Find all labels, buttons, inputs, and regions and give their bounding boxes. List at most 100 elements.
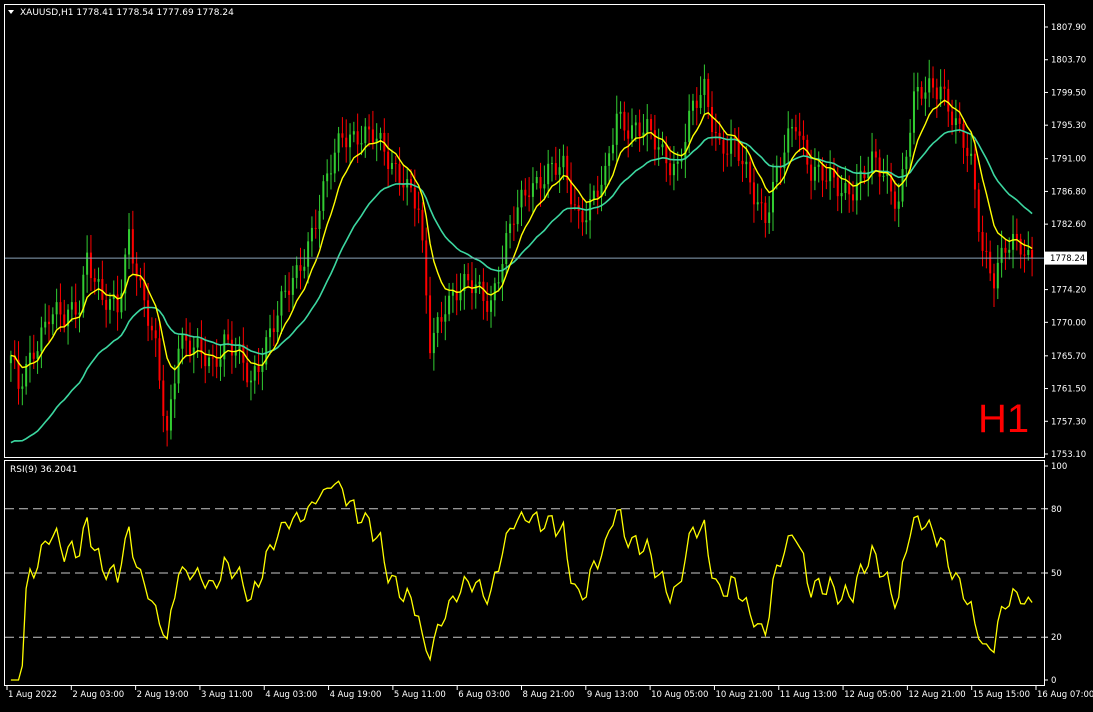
candle-body xyxy=(512,223,515,225)
candle-body xyxy=(425,240,428,296)
candle-body xyxy=(893,191,896,209)
candle-body xyxy=(436,317,439,333)
candle-body xyxy=(291,277,294,295)
candle-body xyxy=(547,163,550,185)
candle-body xyxy=(928,78,931,93)
candle-body xyxy=(539,176,542,189)
candle-body xyxy=(592,190,595,200)
time-tick-label: 10 Aug 21:00 xyxy=(715,690,772,700)
candle-body xyxy=(28,352,31,364)
candle-body xyxy=(711,106,714,133)
candle-body xyxy=(440,317,443,322)
candle-body xyxy=(688,110,691,142)
candle-body xyxy=(364,126,367,144)
candle-body xyxy=(585,220,588,223)
candle-body xyxy=(295,265,298,278)
candle-body xyxy=(520,189,523,208)
candle-body xyxy=(703,78,706,96)
candle-body xyxy=(650,119,653,131)
candle-body xyxy=(676,161,679,164)
price-tick-label: 1753.10 xyxy=(1051,450,1086,460)
candle-body xyxy=(322,181,325,211)
time-tick-label: 15 Aug 15:00 xyxy=(973,690,1030,700)
candle-body xyxy=(48,321,51,325)
candle-body xyxy=(345,137,348,148)
candle-body xyxy=(863,170,866,179)
candle-body xyxy=(387,151,390,169)
candle-body xyxy=(817,164,820,167)
candle-body xyxy=(604,165,607,185)
candle-body xyxy=(173,383,176,400)
candle-body xyxy=(638,122,641,137)
current-price-tag: 1778.24 xyxy=(1045,251,1087,265)
price-tick-label: 1774.20 xyxy=(1051,286,1086,296)
candle-body xyxy=(714,132,717,134)
candle-body xyxy=(158,338,161,381)
candle-body xyxy=(1027,250,1030,255)
candle-body xyxy=(219,359,222,367)
candle-body xyxy=(707,78,710,107)
candle-body xyxy=(897,201,900,209)
candle-body xyxy=(623,111,626,131)
candle-body xyxy=(318,210,321,229)
candle-body xyxy=(310,227,313,242)
candle-body xyxy=(756,202,759,205)
candle-body xyxy=(1031,250,1034,259)
candle-body xyxy=(21,386,24,389)
price-tick-label: 1799.50 xyxy=(1051,88,1086,98)
candle-body xyxy=(101,279,104,300)
candle-body xyxy=(947,88,950,112)
chart-root[interactable]: 1807.90 1803.70 1799.50 1795.30 1791.00 1786.… xyxy=(0,0,1093,708)
candle-body xyxy=(672,163,675,176)
price-tick-label: 1786.80 xyxy=(1051,187,1086,197)
candle-body xyxy=(836,177,839,197)
candle-body xyxy=(669,163,672,176)
candle-body xyxy=(661,144,664,148)
candle-body xyxy=(825,180,828,182)
candle-body xyxy=(989,251,992,274)
candle-body xyxy=(791,127,794,129)
candle-body xyxy=(505,233,508,265)
candle-body xyxy=(951,111,954,125)
candle-body xyxy=(253,366,256,381)
candle-body xyxy=(840,193,843,197)
candle-body xyxy=(996,262,999,289)
candle-body xyxy=(1012,233,1015,250)
candle-body xyxy=(973,153,976,190)
price-tick-label: 1803.70 xyxy=(1051,56,1086,66)
rsi-tick-label: 80 xyxy=(1051,505,1062,515)
candle-body xyxy=(528,195,531,197)
price-tick-label: 1807.90 xyxy=(1051,23,1086,33)
candle-body xyxy=(615,113,618,145)
candle-body xyxy=(882,175,885,177)
candle-body xyxy=(752,182,755,205)
candle-body xyxy=(276,315,279,333)
candle-body xyxy=(467,273,470,281)
candle-body xyxy=(147,300,150,326)
rsi-tick-label: 100 xyxy=(1051,462,1067,472)
candle-body xyxy=(307,241,310,267)
candle-body xyxy=(44,321,47,328)
candle-body xyxy=(699,95,702,108)
candle-body xyxy=(1015,233,1018,239)
candle-body xyxy=(634,122,637,126)
candle-body xyxy=(665,144,668,164)
candle-body xyxy=(874,151,877,158)
candle-body xyxy=(920,87,923,99)
candle-body xyxy=(356,131,359,145)
candle-body xyxy=(371,129,374,143)
candle-body xyxy=(86,252,89,275)
candle-body xyxy=(246,362,249,383)
candle-body xyxy=(257,366,260,372)
candle-body xyxy=(691,100,694,111)
candle-body xyxy=(813,166,816,181)
candle-body xyxy=(390,162,393,169)
candle-body xyxy=(470,280,473,294)
price-tick-label: 1782.60 xyxy=(1051,220,1086,230)
candle-body xyxy=(543,184,546,189)
candle-body xyxy=(798,131,801,136)
candle-body xyxy=(749,161,752,183)
candle-body xyxy=(478,281,481,285)
rsi-header: RSI(9) 36.2041 xyxy=(10,465,77,475)
candle-body xyxy=(562,155,565,168)
